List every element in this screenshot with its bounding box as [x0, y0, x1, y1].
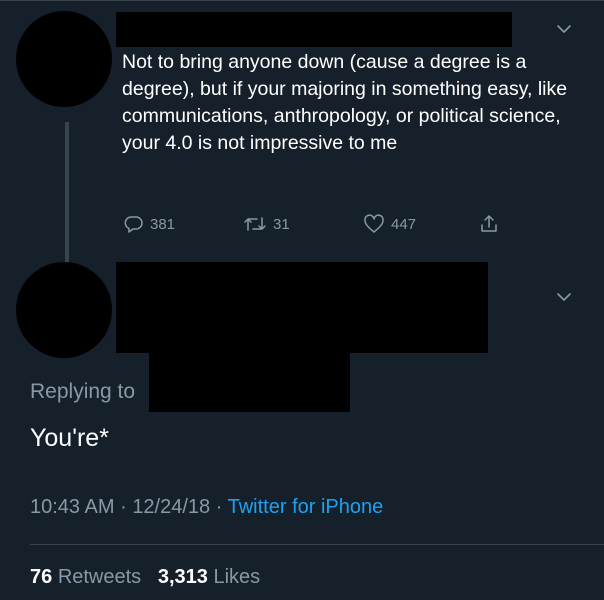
tweet-meta: 10:43 AM · 12/24/18 · Twitter for iPhone	[30, 496, 383, 519]
top-divider	[0, 0, 604, 1]
meta-separator: ·	[215, 496, 223, 518]
reply-icon	[124, 214, 144, 234]
tweet-text: Not to bring anyone down (cause a degree…	[122, 51, 568, 154]
redacted-username	[116, 12, 512, 47]
tweet-source-link[interactable]: Twitter for iPhone	[228, 496, 384, 518]
share-icon	[478, 213, 500, 235]
thread-line	[65, 122, 69, 264]
retweet-count: 31	[273, 215, 290, 233]
reply-count: 381	[150, 215, 176, 233]
redacted-username	[116, 262, 488, 353]
redacted-handle[interactable]	[149, 352, 350, 412]
tweet-stats: 76 Retweets 3,313 Likes	[30, 566, 260, 589]
likes-stat[interactable]: 3,313 Likes	[158, 566, 260, 588]
tweet-time: 10:43 AM	[30, 496, 115, 518]
share-button[interactable]	[478, 213, 500, 235]
like-count: 447	[391, 215, 417, 233]
chevron-down-icon[interactable]	[556, 290, 572, 302]
retweet-icon	[243, 214, 267, 234]
retweet-button[interactable]: 31	[243, 214, 290, 234]
chevron-down-icon[interactable]	[556, 22, 572, 34]
avatar[interactable]	[16, 11, 112, 107]
reply-button[interactable]: 381	[124, 214, 175, 234]
reply-text: You're*	[30, 424, 109, 452]
likes-count: 3,313	[157, 566, 208, 588]
retweets-stat[interactable]: 76 Retweets	[30, 566, 141, 588]
stats-divider	[30, 544, 604, 545]
replying-to-label: Replying to	[30, 380, 136, 403]
like-button[interactable]: 447	[363, 214, 416, 234]
tweet-date: 12/24/18	[132, 496, 211, 518]
meta-separator: ·	[120, 496, 127, 518]
likes-label: Likes	[213, 566, 261, 588]
retweets-label: Retweets	[57, 566, 142, 588]
retweets-count: 76	[30, 566, 53, 588]
heart-icon	[363, 214, 385, 234]
avatar[interactable]	[16, 262, 112, 358]
